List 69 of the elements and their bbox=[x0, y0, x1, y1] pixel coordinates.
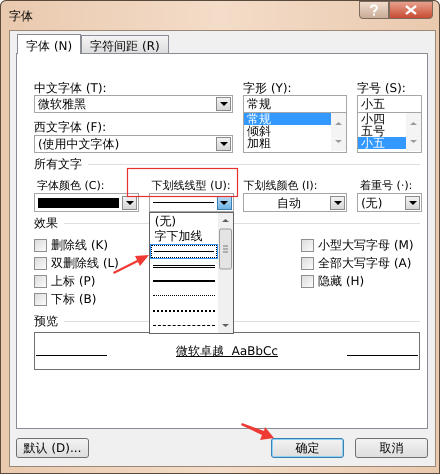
checkbox-label[interactable]: 隐藏 (H) bbox=[318, 272, 364, 290]
window-title: 字体 bbox=[9, 8, 34, 25]
line-style-option[interactable] bbox=[150, 244, 218, 259]
list-item[interactable]: 字下加线 bbox=[150, 229, 218, 244]
list-item[interactable]: 倾斜 bbox=[244, 125, 331, 137]
caret-icon bbox=[220, 142, 228, 146]
dialog-button[interactable]: 确定 bbox=[271, 438, 344, 458]
color-dropdown[interactable] bbox=[34, 193, 139, 212]
preview-text: 微软卓越 AaBbCc bbox=[174, 342, 280, 360]
field-label: 着重号 (·): bbox=[359, 179, 414, 193]
arrow bbox=[241, 423, 274, 440]
dropdown-button[interactable] bbox=[216, 196, 232, 210]
dropdown-field[interactable]: (无) bbox=[357, 193, 422, 212]
close-icon bbox=[405, 5, 417, 15]
list-item[interactable]: (无) bbox=[150, 214, 218, 229]
scrollbar-drawing bbox=[406, 113, 421, 151]
dropdown-button[interactable] bbox=[405, 196, 420, 210]
dropdown-field[interactable]: (使用中文字体) bbox=[34, 135, 233, 153]
section-title: 效果 bbox=[34, 216, 58, 230]
section-title: 所有文字 bbox=[34, 157, 82, 171]
caret-icon bbox=[220, 200, 228, 204]
checkbox-label[interactable]: 双删除线 (L) bbox=[51, 254, 119, 272]
checkbox-label[interactable]: 删除线 (K) bbox=[51, 236, 108, 254]
help-button[interactable] bbox=[359, 1, 389, 19]
caret-icon bbox=[408, 200, 417, 204]
scrollbar-drawing bbox=[331, 113, 346, 151]
checkbox-label[interactable]: 上标 (P) bbox=[51, 272, 96, 290]
checkbox[interactable] bbox=[301, 274, 314, 288]
checkbox[interactable] bbox=[34, 238, 47, 252]
dialog-button[interactable]: 取消 bbox=[355, 438, 428, 458]
dropdown-button[interactable] bbox=[216, 97, 231, 111]
tab[interactable]: 字符间距 (R) bbox=[81, 35, 169, 53]
field-label: 下划线线型 (U): bbox=[150, 179, 232, 193]
field-label: 中文字体 (T): bbox=[34, 81, 108, 95]
text-field[interactable]: 常规 bbox=[243, 95, 347, 113]
dropdown-button[interactable] bbox=[330, 196, 346, 210]
checkbox-label[interactable]: 下标 (B) bbox=[51, 290, 96, 308]
list-item[interactable]: 小四 bbox=[358, 113, 406, 125]
checkbox-label[interactable]: 全部大写字母 (A) bbox=[318, 254, 412, 272]
field-label: 字体颜色 (C): bbox=[36, 179, 106, 193]
line-sample bbox=[152, 202, 214, 203]
list-box[interactable]: 常规 倾斜 加粗 bbox=[243, 113, 347, 153]
list-box[interactable]: 小四 五号 小五 bbox=[357, 113, 422, 153]
field-label: 西文字体 (F): bbox=[34, 120, 108, 134]
checkbox[interactable] bbox=[34, 274, 47, 288]
dropdown-button[interactable] bbox=[216, 137, 231, 151]
dropdown-button[interactable] bbox=[122, 196, 137, 210]
list-item[interactable]: 加粗 bbox=[244, 137, 331, 149]
checkbox[interactable] bbox=[34, 256, 47, 270]
checkbox[interactable] bbox=[301, 238, 314, 252]
close-button[interactable] bbox=[389, 1, 433, 19]
caret-icon bbox=[220, 102, 228, 106]
field-label: 字号 (S): bbox=[357, 81, 407, 95]
caret-icon bbox=[126, 200, 134, 204]
dropdown-field[interactable]: 自动 bbox=[243, 193, 348, 212]
checkbox-label[interactable]: 小型大写字母 (M) bbox=[318, 236, 414, 254]
line-style-dropdown[interactable] bbox=[148, 193, 234, 212]
dropdown-field[interactable]: 微软雅黑 bbox=[34, 95, 233, 113]
help-icon bbox=[369, 4, 379, 16]
checkbox[interactable] bbox=[301, 256, 314, 270]
caret-icon bbox=[334, 200, 342, 204]
field-label: 字形 (Y): bbox=[243, 81, 293, 95]
text-field[interactable]: 小五 bbox=[357, 95, 422, 113]
list-item[interactable]: 五号 bbox=[358, 125, 406, 137]
tab[interactable]: 字体 (N) bbox=[17, 34, 82, 54]
checkbox[interactable] bbox=[34, 292, 47, 306]
field-label: 下划线颜色 (I): bbox=[243, 179, 318, 193]
dialog-button[interactable]: 默认 (D)... bbox=[16, 438, 89, 458]
section-title: 预览 bbox=[34, 314, 58, 328]
